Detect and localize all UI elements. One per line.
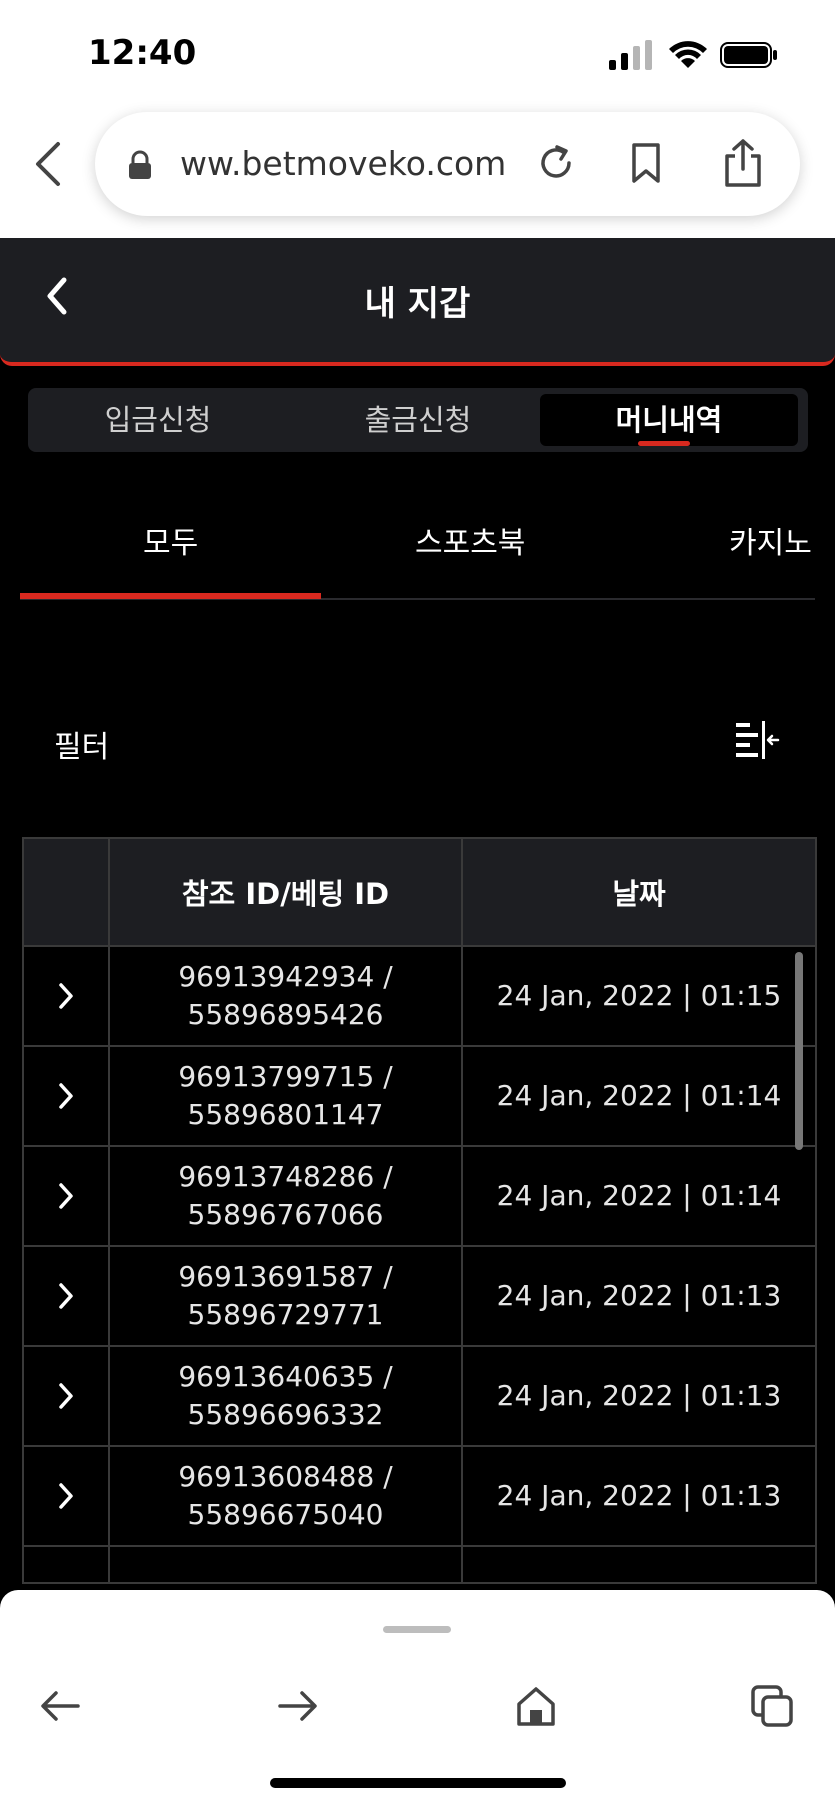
browser-top-bar: 12:40 ww.betmoveko.com bbox=[0, 0, 835, 238]
date-cell: 24 Jan, 2022 | 01:13 bbox=[496, 1479, 782, 1512]
column-header-ref-id: 참조 ID/베팅 ID bbox=[110, 839, 463, 945]
table-row[interactable]: 96913799715 / 55896801147 24 Jan, 2022 | 0… bbox=[24, 1047, 815, 1147]
ref-id: 96913640635 / bbox=[178, 1360, 393, 1393]
ref-id: 96913942934 / bbox=[178, 960, 393, 993]
date-cell: 24 Jan, 2022 | 01:15 bbox=[496, 979, 782, 1012]
table-row[interactable]: 96913640635 / 55896696332 24 Jan, 2022 | 0… bbox=[24, 1347, 815, 1447]
tabs-icon[interactable] bbox=[750, 1684, 794, 1728]
expand-cell[interactable] bbox=[24, 1247, 110, 1345]
money-history-table: 참조 ID/베팅 ID 날짜 96913942934 / 55896895426 2… bbox=[22, 837, 817, 1584]
bookmark-icon[interactable] bbox=[630, 142, 662, 184]
bet-id: 55896895426 bbox=[187, 998, 384, 1031]
ref-id-cell: 96913608488 / 55896675040 bbox=[110, 1447, 463, 1545]
home-indicator bbox=[270, 1778, 566, 1788]
table-row[interactable]: 96913691587 / 55896729771 24 Jan, 2022 | 0… bbox=[24, 1247, 815, 1347]
bet-id: 55896675040 bbox=[187, 1498, 384, 1531]
chevron-right-icon[interactable] bbox=[57, 1182, 75, 1210]
ref-id-cell: 96913640635 / 55896696332 bbox=[110, 1347, 463, 1445]
cellular-signal-icon bbox=[609, 40, 652, 70]
date-cell: 24 Jan, 2022 | 01:14 bbox=[496, 1179, 782, 1212]
bet-id: 55896767066 bbox=[187, 1198, 384, 1231]
table-row[interactable]: 96913556484 / 24 Jan, 2022 | 01:12 bbox=[24, 1547, 815, 1584]
nav-forward-icon[interactable] bbox=[276, 1684, 320, 1728]
address-bar[interactable]: ww.betmoveko.com bbox=[95, 112, 800, 216]
ref-id-cell: 96913556484 / bbox=[110, 1547, 463, 1582]
subtab-casino[interactable]: 카지노 bbox=[729, 518, 812, 562]
bet-id: 55896801147 bbox=[187, 1098, 384, 1131]
active-subtab-indicator bbox=[20, 593, 321, 599]
date-cell: 24 Jan, 2022 | 01:13 bbox=[496, 1279, 782, 1312]
lock-icon bbox=[129, 150, 151, 179]
url-text: ww.betmoveko.com bbox=[180, 144, 507, 183]
table-row[interactable]: 96913942934 / 55896895426 24 Jan, 2022 | 0… bbox=[24, 947, 815, 1047]
tab-money-history[interactable]: 머니내역 bbox=[540, 394, 798, 446]
expand-cell[interactable] bbox=[24, 947, 110, 1045]
ref-id-cell: 96913942934 / 55896895426 bbox=[110, 947, 463, 1045]
ref-id: 96913748286 / bbox=[178, 1160, 393, 1193]
column-header-date: 날짜 bbox=[612, 877, 666, 911]
filter-sort-icon[interactable] bbox=[734, 720, 780, 760]
table-scrollbar[interactable] bbox=[795, 952, 803, 1150]
ref-id: 96913556484 / bbox=[178, 1577, 392, 1582]
tab-withdraw[interactable]: 출금신청 bbox=[288, 388, 548, 452]
expand-cell[interactable] bbox=[24, 1147, 110, 1245]
table-header: 참조 ID/베팅 ID 날짜 bbox=[24, 839, 815, 947]
table-row[interactable]: 96913748286 / 55896767066 24 Jan, 2022 | 0… bbox=[24, 1147, 815, 1247]
browser-back-icon[interactable] bbox=[28, 140, 68, 188]
ref-id: 96913608488 / bbox=[178, 1460, 393, 1493]
share-icon[interactable] bbox=[723, 138, 763, 188]
subtab-all[interactable]: 모두 bbox=[143, 518, 198, 562]
chevron-right-icon[interactable] bbox=[57, 1582, 75, 1584]
ref-id-cell: 96913799715 / 55896801147 bbox=[110, 1047, 463, 1145]
chevron-right-icon[interactable] bbox=[57, 1082, 75, 1110]
date-cell: 24 Jan, 2022 | 01:13 bbox=[496, 1379, 782, 1412]
drag-handle[interactable] bbox=[383, 1626, 451, 1633]
expand-column-header bbox=[24, 839, 110, 945]
chevron-right-icon[interactable] bbox=[57, 1382, 75, 1410]
page-title: 내 지갑 bbox=[364, 284, 471, 324]
bet-id: 55896696332 bbox=[187, 1398, 384, 1431]
ref-id-cell: 96913691587 / 55896729771 bbox=[110, 1247, 463, 1345]
reload-icon[interactable] bbox=[535, 142, 577, 184]
chevron-right-icon[interactable] bbox=[57, 1282, 75, 1310]
bet-id: 55896729771 bbox=[187, 1298, 384, 1331]
ref-id: 96913691587 / bbox=[178, 1260, 393, 1293]
nav-back-icon[interactable] bbox=[38, 1684, 82, 1728]
date-cell: 24 Jan, 2022 | 01:12 bbox=[463, 1547, 815, 1582]
chevron-right-icon[interactable] bbox=[57, 1482, 75, 1510]
app-header: 내 지갑 bbox=[0, 238, 835, 366]
ref-id-cell: 96913748286 / 55896767066 bbox=[110, 1147, 463, 1245]
expand-cell[interactable] bbox=[24, 1347, 110, 1445]
expand-cell[interactable] bbox=[24, 1447, 110, 1545]
wallet-segment-control: 입금신청 출금신청 머니내역 bbox=[28, 388, 808, 452]
active-segment-indicator bbox=[638, 441, 690, 446]
filter-label: 필터 bbox=[54, 730, 110, 765]
date-cell: 24 Jan, 2022 | 01:14 bbox=[496, 1079, 782, 1112]
wifi-icon bbox=[669, 41, 707, 68]
chevron-right-icon[interactable] bbox=[57, 982, 75, 1010]
table-row[interactable]: 96913608488 / 55896675040 24 Jan, 2022 | 0… bbox=[24, 1447, 815, 1547]
battery-icon bbox=[720, 42, 777, 68]
expand-cell[interactable] bbox=[24, 1547, 110, 1584]
status-time: 12:40 bbox=[88, 33, 197, 73]
expand-cell[interactable] bbox=[24, 1047, 110, 1145]
home-icon[interactable] bbox=[514, 1684, 558, 1728]
subtab-sportsbook[interactable]: 스포츠북 bbox=[415, 518, 525, 562]
browser-bottom-bar bbox=[0, 1590, 835, 1807]
tab-deposit[interactable]: 입금신청 bbox=[28, 388, 288, 452]
ref-id: 96913799715 / bbox=[178, 1060, 393, 1093]
